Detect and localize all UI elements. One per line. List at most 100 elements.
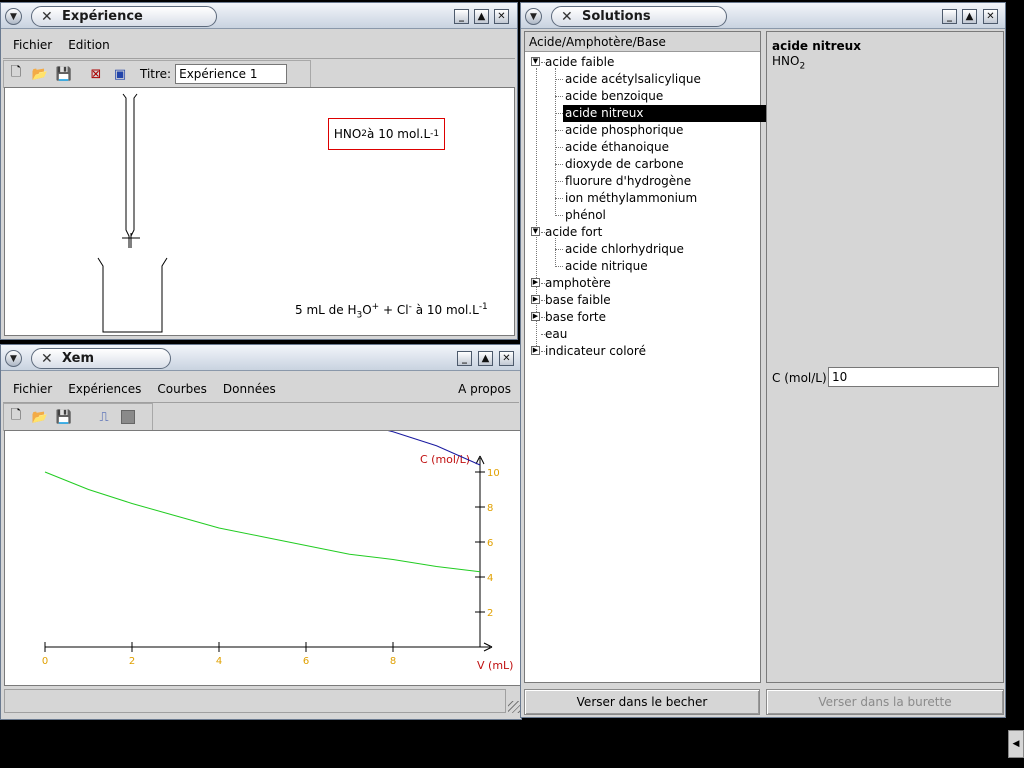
xem-menu-left: Fichier Expériences Courbes Données	[3, 382, 284, 396]
window-title-pill[interactable]: ✕ Expérience	[31, 6, 217, 27]
minimize-icon[interactable]: _	[457, 351, 472, 366]
tree-category[interactable]: base faible	[545, 292, 611, 309]
menu-courbes[interactable]: Courbes	[149, 382, 215, 396]
tree-item[interactable]: acide éthanoique	[563, 139, 669, 156]
menu-fichier[interactable]: Fichier	[3, 382, 60, 396]
window-title-pill[interactable]: ✕ Xem	[31, 348, 171, 369]
tree-header[interactable]: Acide/Amphotère/Base	[525, 32, 760, 52]
tree-item[interactable]: acide phosphorique	[563, 122, 683, 139]
tree-category[interactable]: base forte	[545, 309, 606, 326]
window-menu-icon[interactable]: ▼	[5, 350, 22, 367]
solutions-titlebar[interactable]: ▼ ✕ Solutions _ ▲ ✕	[521, 3, 1005, 29]
burette-tap-icon	[122, 233, 140, 248]
minimize-icon[interactable]: _	[454, 9, 469, 24]
experience-toolbar: 🗋 📂 💾 ⊠ ▣ Titre: Expérience 1	[3, 60, 311, 88]
status-bar	[4, 689, 506, 713]
window-title: Solutions	[582, 9, 651, 24]
menu-donnees[interactable]: Données	[215, 382, 284, 396]
tree-item[interactable]: ion méthylammonium	[563, 190, 697, 207]
export-icon[interactable]: ▣	[110, 64, 130, 84]
detail-panel: acide nitreux HNO2 C (mol/L): 10	[766, 31, 1004, 683]
verser-burette-button[interactable]: Verser dans la burette	[766, 689, 1004, 715]
save-icon[interactable]: 💾	[54, 407, 74, 427]
burette-icon	[122, 93, 138, 248]
beaker-solution-label: 5 mL de H3O+ + Cl- à 10 mol.L-1	[295, 302, 488, 321]
window-title: Expérience	[62, 9, 143, 24]
series-line-0	[44, 471, 481, 573]
detail-formula: HNO2	[772, 54, 806, 72]
y-tick-label: 6	[487, 538, 493, 549]
detail-name: acide nitreux	[772, 39, 861, 53]
stop-icon[interactable]	[118, 407, 138, 427]
tree-item[interactable]: fluorure d'hydrogène	[563, 173, 691, 190]
y-tick-label: 4	[487, 573, 493, 584]
expander-icon[interactable]: ▶	[531, 346, 540, 355]
x-tick-label: 2	[129, 656, 135, 667]
y-tick-label: 8	[487, 503, 493, 514]
menu-fichier[interactable]: Fichier	[3, 38, 60, 52]
maximize-icon[interactable]: ▲	[962, 9, 977, 24]
x-tick-label: 4	[216, 656, 222, 667]
tree-category[interactable]: indicateur coloré	[545, 343, 646, 360]
window-title: Xem	[62, 351, 95, 366]
window-menu-icon[interactable]: ▼	[525, 8, 542, 25]
menu-edition[interactable]: Edition	[60, 38, 118, 52]
conc-label: C (mol/L):	[772, 371, 831, 385]
minimize-icon[interactable]: _	[942, 9, 957, 24]
close-icon[interactable]: ✕	[983, 9, 998, 24]
maximize-icon[interactable]: ▲	[474, 9, 489, 24]
x-tick-label: 0	[42, 656, 48, 667]
curve-icon[interactable]: ⎍	[94, 407, 114, 427]
window-menu-icon[interactable]: ▼	[5, 8, 22, 25]
menu-a-propos[interactable]: A propos	[450, 382, 519, 396]
tree-category[interactable]: eau	[545, 326, 567, 343]
verser-becher-button[interactable]: Verser dans le becher	[524, 689, 760, 715]
expander-icon[interactable]: ▶	[531, 295, 540, 304]
open-folder-icon[interactable]: 📂	[30, 407, 50, 427]
xem-titlebar[interactable]: ▼ ✕ Xem _ ▲ ✕	[1, 345, 521, 371]
menu-experiences[interactable]: Expériences	[60, 382, 149, 396]
new-file-icon[interactable]: 🗋	[6, 407, 26, 427]
delete-item-icon[interactable]: ⊠	[86, 64, 106, 84]
x-tick-label: 8	[390, 656, 396, 667]
conc-input[interactable]: 10	[828, 367, 999, 387]
xem-plot-area: 0 2 4 6 8 2 4 6 8 10 V (mL) C (mol/L)	[4, 430, 521, 686]
x-logo-icon: ✕	[561, 9, 573, 25]
close-icon[interactable]: ✕	[499, 351, 514, 366]
titre-input[interactable]: Expérience 1	[175, 64, 288, 84]
titre-label: Titre:	[140, 67, 172, 81]
tree-item[interactable]: acide benzoique	[563, 88, 663, 105]
tree-item[interactable]: acide chlorhydrique	[563, 241, 684, 258]
experience-menubar: Fichier Edition	[3, 31, 515, 59]
new-file-icon[interactable]: 🗋	[6, 64, 26, 84]
beaker-icon	[97, 257, 168, 333]
experience-titlebar[interactable]: ▼ ✕ Expérience _ ▲ ✕	[1, 3, 517, 29]
expander-icon[interactable]: ▶	[531, 312, 540, 321]
solution-tree: Acide/Amphotère/Base ▼ acide faible acide …	[524, 31, 844, 683]
scroll-arrow-icon[interactable]: ◀	[1008, 730, 1024, 758]
flask-solution-label[interactable]: HNO 2 à 10 mol.L -1	[328, 118, 445, 150]
tree-item[interactable]: phénol	[563, 207, 606, 224]
expander-icon[interactable]: ▶	[531, 278, 540, 287]
open-folder-icon[interactable]: 📂	[30, 64, 50, 84]
expander-icon[interactable]: ▼	[531, 227, 540, 236]
resize-grip-icon[interactable]	[508, 701, 520, 713]
tree-item[interactable]: dioxyde de carbone	[563, 156, 684, 173]
x-tick-label: 6	[303, 656, 309, 667]
xem-menubar: Fichier Expériences Courbes Données A pr…	[3, 375, 519, 403]
save-icon[interactable]: 💾	[54, 64, 74, 84]
xem-window: ▼ ✕ Xem _ ▲ ✕ Fichier Expériences Courbe…	[0, 344, 522, 720]
maximize-icon[interactable]: ▲	[478, 351, 493, 366]
y-tick-label: 10	[487, 468, 500, 479]
tree-category[interactable]: amphotère	[545, 275, 611, 292]
expander-icon[interactable]: ▼	[531, 57, 540, 66]
close-icon[interactable]: ✕	[494, 9, 509, 24]
y-tick-label: 2	[487, 608, 493, 619]
tree-item[interactable]: acide acétylsalicylique	[563, 71, 701, 88]
x-logo-icon: ✕	[41, 351, 53, 367]
experience-canvas: HNO 2 à 10 mol.L -1 5 mL de H3O+ + Cl- à 1…	[4, 87, 515, 336]
window-title-pill[interactable]: ✕ Solutions	[551, 6, 727, 27]
xem-toolbar: 🗋 📂 💾 ⎍	[3, 403, 153, 431]
tree-item[interactable]: acide nitrique	[563, 258, 648, 275]
tree-category[interactable]: acide fort	[545, 224, 602, 241]
